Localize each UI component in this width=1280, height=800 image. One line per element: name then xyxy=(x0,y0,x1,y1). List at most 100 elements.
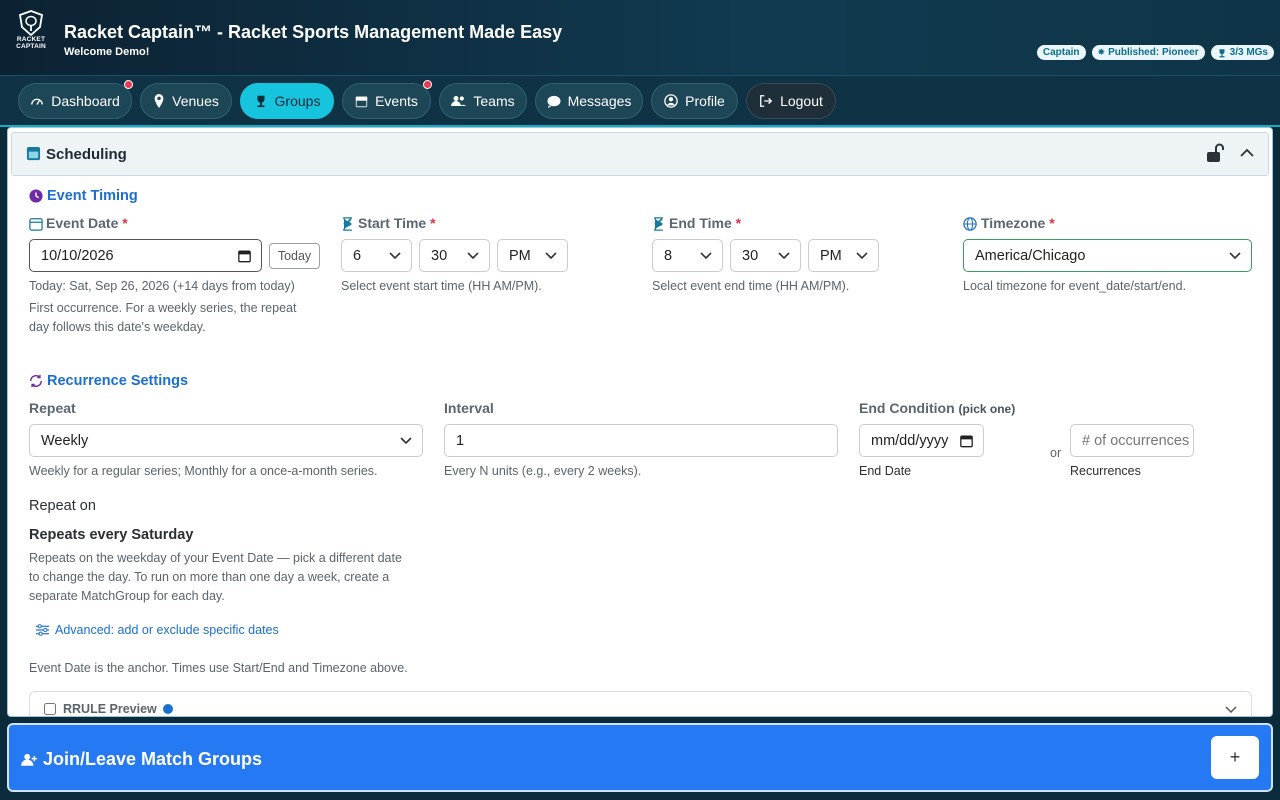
event-date-value: 10/10/2026 xyxy=(41,247,114,264)
end-hour-select[interactable]: 8 xyxy=(652,239,723,272)
chevron-down-icon[interactable] xyxy=(1225,706,1237,714)
chevron-up-icon[interactable] xyxy=(1240,148,1254,157)
recurrence-heading: Recurrence Settings xyxy=(47,373,189,389)
app-header: RACKET CAPTAIN Racket Captain™ - Racket … xyxy=(0,0,1280,75)
end-minute-value: 30 xyxy=(742,247,759,264)
end-minute-select[interactable]: 30 xyxy=(730,239,801,272)
main-nav: Dashboard Venues Groups Events Teams Mes… xyxy=(0,75,1280,127)
timezone-label-text: Timezone xyxy=(981,215,1046,231)
event-date-label: Event Date * xyxy=(46,215,128,231)
required-mark: * xyxy=(735,215,742,231)
timezone-select[interactable]: America/Chicago xyxy=(963,239,1252,272)
event-date-help-2: day follows this date's weekday. xyxy=(29,320,206,334)
hourglass-icon xyxy=(343,217,352,231)
end-ampm-value: PM xyxy=(820,247,842,264)
event-date-help-1: First occurrence. For a weekly series, t… xyxy=(29,301,297,315)
timezone-value: America/Chicago xyxy=(975,247,1086,264)
chevron-down-icon xyxy=(389,251,401,259)
calendar-picker-icon[interactable] xyxy=(960,434,973,447)
calendar-icon xyxy=(355,96,368,107)
end-condition-hint: (pick one) xyxy=(958,402,1016,416)
join-leave-bar[interactable]: Join/Leave Match Groups + xyxy=(7,723,1273,792)
trophy-icon xyxy=(1219,48,1225,57)
nav-teams[interactable]: Teams xyxy=(439,83,527,119)
published-badge: ✸ Published: Pioneer xyxy=(1091,45,1205,60)
nav-profile-label: Profile xyxy=(685,93,725,109)
nav-groups[interactable]: Groups xyxy=(240,83,334,119)
start-hour-select[interactable]: 6 xyxy=(341,239,412,272)
app-logo[interactable]: RACKET CAPTAIN xyxy=(12,10,50,58)
user-plus-icon xyxy=(21,753,37,766)
start-time-label: Start Time * xyxy=(358,215,436,231)
unlock-icon[interactable] xyxy=(1206,143,1224,163)
repeat-label: Repeat xyxy=(29,400,76,416)
start-ampm-select[interactable]: PM xyxy=(497,239,568,272)
expand-button[interactable]: + xyxy=(1211,736,1259,779)
repeats-help-1: Repeats on the weekday of your Event Dat… xyxy=(29,551,402,565)
interval-help: Every N units (e.g., every 2 weeks). xyxy=(444,464,642,478)
code-box-icon xyxy=(44,703,56,715)
timezone-label: Timezone * xyxy=(981,215,1055,231)
interval-value: 1 xyxy=(456,432,465,449)
chat-icon xyxy=(547,95,561,108)
timezone-help: Local timezone for event_date/start/end. xyxy=(963,279,1187,293)
hourglass-icon xyxy=(654,217,663,231)
chevron-down-icon xyxy=(856,251,868,259)
nav-messages[interactable]: Messages xyxy=(535,83,643,119)
end-condition-label-text: End Condition xyxy=(859,400,955,416)
end-hour-value: 8 xyxy=(664,247,673,264)
section-title: Scheduling xyxy=(46,146,127,163)
scheduling-header[interactable]: Scheduling xyxy=(11,132,1269,176)
repeat-value: Weekly xyxy=(41,432,89,449)
matchgroups-badge-label: 3/3 MGs xyxy=(1229,47,1268,58)
today-button[interactable]: Today xyxy=(269,243,320,269)
occurrences-caption: Recurrences xyxy=(1070,464,1141,478)
nav-dashboard[interactable]: Dashboard xyxy=(18,80,133,119)
end-time-help: Select event end time (HH AM/PM). xyxy=(652,279,850,293)
app-title: Racket Captain™ - Racket Sports Manageme… xyxy=(64,22,563,42)
status-badges: Captain ✸ Published: Pioneer 3/3 MGs xyxy=(1036,45,1274,60)
event-date-input[interactable]: 10/10/2026 xyxy=(29,239,262,272)
repeat-select[interactable]: Weekly xyxy=(29,424,423,457)
scheduling-panel: Scheduling Event Timing Event Date * 10/… xyxy=(7,127,1273,717)
calendar-picker-icon[interactable] xyxy=(238,249,251,262)
end-time-label-text: End Time xyxy=(669,215,732,231)
repeat-help: Weekly for a regular series; Monthly for… xyxy=(29,464,378,478)
calendar-outline-icon xyxy=(29,218,43,231)
start-minute-select[interactable]: 30 xyxy=(419,239,490,272)
repeats-help-2: to change the day. To run on more than o… xyxy=(29,570,390,584)
start-time-label-text: Start Time xyxy=(358,215,427,231)
required-mark: * xyxy=(122,215,128,231)
end-date-caption: End Date xyxy=(859,464,912,478)
or-separator: or xyxy=(1050,446,1062,460)
rrule-preview-accordion[interactable]: RRULE Preview xyxy=(29,691,1252,716)
nav-events-label: Events xyxy=(375,93,418,109)
map-pin-icon xyxy=(154,94,164,108)
chevron-down-icon xyxy=(1229,251,1241,259)
nav-events[interactable]: Events xyxy=(342,80,432,119)
nav-venues[interactable]: Venues xyxy=(140,83,232,119)
end-ampm-select[interactable]: PM xyxy=(808,239,879,272)
end-date-placeholder: mm/dd/yyyy xyxy=(871,432,949,449)
anchor-note: Event Date is the anchor. Times use Star… xyxy=(29,661,408,675)
event-timing-heading: Event Timing xyxy=(47,188,138,204)
start-hour-value: 6 xyxy=(353,247,362,264)
join-leave-title: Join/Leave Match Groups xyxy=(43,749,263,769)
required-mark: * xyxy=(430,215,436,231)
notification-dot xyxy=(124,80,133,89)
nav-logout[interactable]: Logout xyxy=(746,83,836,119)
clock-icon xyxy=(29,189,43,203)
welcome-message: Welcome Demo! xyxy=(64,46,150,58)
end-condition-label: End Condition (pick one) xyxy=(859,400,1015,416)
occurrences-input[interactable]: # of occurrences xyxy=(1070,424,1194,457)
nav-venues-label: Venues xyxy=(172,93,219,109)
end-date-input[interactable]: mm/dd/yyyy xyxy=(859,424,984,457)
nav-groups-label: Groups xyxy=(274,93,321,109)
trophy-icon xyxy=(257,95,265,108)
event-date-label-text: Event Date xyxy=(46,215,119,231)
nav-profile[interactable]: Profile xyxy=(651,83,738,119)
nav-teams-label: Teams xyxy=(473,93,515,109)
role-badge-label: Captain xyxy=(1042,47,1080,58)
interval-input[interactable]: 1 xyxy=(444,424,838,457)
advanced-dates-link[interactable]: Advanced: add or exclude specific dates xyxy=(36,623,279,637)
